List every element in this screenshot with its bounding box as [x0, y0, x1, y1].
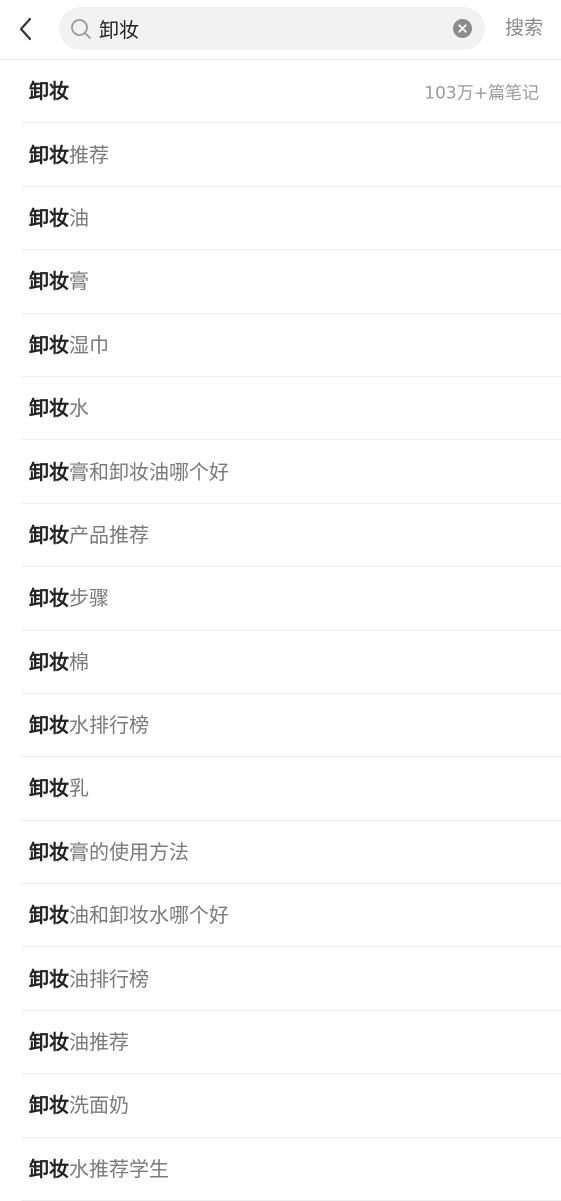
suggestion-completion: 膏的使用方法 [69, 839, 189, 864]
suggestion-text: 卸妆水推荐学生 [29, 1156, 169, 1182]
search-input[interactable] [99, 12, 439, 45]
note-count: 103万+篇笔记 [424, 83, 539, 104]
suggestion-completion: 棉 [69, 649, 89, 674]
suggestion-completion: 膏 [69, 269, 89, 294]
suggestion-completion: 水排行榜 [69, 713, 149, 738]
suggestion-keyword: 卸妆 [29, 205, 69, 230]
suggestion-keyword: 卸妆 [29, 839, 69, 864]
suggestion-text: 卸妆洗面奶 [29, 1092, 129, 1118]
suggestion-item[interactable]: 卸妆产品推荐 [21, 504, 561, 568]
suggestion-item[interactable]: 卸妆膏和卸妆油哪个好 [21, 440, 561, 504]
suggestion-completion: 水 [69, 396, 89, 421]
suggestion-completion: 步骤 [69, 586, 109, 611]
suggestion-text: 卸妆油和卸妆水哪个好 [29, 902, 229, 928]
suggestion-item[interactable]: 卸妆油 [21, 187, 561, 251]
suggestion-keyword: 卸妆 [29, 586, 69, 611]
suggestion-completion: 油推荐 [69, 1030, 129, 1055]
clear-circle-icon[interactable] [453, 19, 472, 38]
suggestion-text: 卸妆水排行榜 [29, 712, 149, 738]
suggestion-item[interactable]: 卸妆乳 [21, 757, 561, 821]
suggestion-completion: 膏和卸妆油哪个好 [69, 459, 229, 484]
suggestion-keyword: 卸妆 [29, 79, 69, 104]
chevron-left-icon [19, 17, 31, 41]
suggestion-item[interactable]: 卸妆油和卸妆水哪个好 [21, 884, 561, 948]
search-header: 搜索 [0, 0, 561, 60]
suggestion-item[interactable]: 卸妆油推荐 [21, 1011, 561, 1075]
suggestion-keyword: 卸妆 [29, 1156, 69, 1181]
suggestion-item[interactable]: 卸妆油排行榜 [21, 947, 561, 1011]
suggestion-keyword: 卸妆 [29, 142, 69, 167]
suggestion-text: 卸妆膏 [29, 268, 89, 294]
search-icon [71, 19, 91, 39]
suggestion-completion: 推荐 [69, 142, 109, 167]
suggestion-item[interactable]: 卸妆膏的使用方法 [21, 821, 561, 885]
suggestion-completion: 油排行榜 [69, 966, 149, 991]
suggestion-item[interactable]: 卸妆步骤 [21, 567, 561, 631]
suggestion-list: 卸妆 103万+篇笔记 卸妆推荐 卸妆油 卸妆膏 卸妆湿巾 卸妆水 卸妆膏和卸妆油哪个好 卸妆产… [0, 60, 561, 1201]
suggestion-text: 卸妆湿巾 [29, 332, 109, 358]
suggestion-text: 卸妆棉 [29, 649, 89, 675]
suggestion-keyword: 卸妆 [29, 903, 69, 928]
back-button[interactable] [8, 9, 42, 49]
suggestion-completion: 水推荐学生 [69, 1156, 169, 1181]
suggestion-item[interactable]: 卸妆水 [21, 377, 561, 441]
suggestion-item[interactable]: 卸妆膏 [21, 250, 561, 314]
suggestion-keyword: 卸妆 [29, 1093, 69, 1118]
suggestion-keyword: 卸妆 [29, 966, 69, 991]
suggestion-text: 卸妆膏和卸妆油哪个好 [29, 459, 229, 485]
suggestion-item[interactable]: 卸妆棉 [21, 631, 561, 694]
suggestion-text: 卸妆膏的使用方法 [29, 839, 189, 865]
suggestion-keyword: 卸妆 [29, 776, 69, 801]
suggestion-text: 卸妆油排行榜 [29, 966, 149, 992]
suggestion-keyword: 卸妆 [29, 1030, 69, 1055]
suggestion-text: 卸妆推荐 [29, 142, 109, 168]
suggestion-text: 卸妆乳 [29, 775, 89, 801]
suggestion-keyword: 卸妆 [29, 713, 69, 738]
suggestion-text: 卸妆步骤 [29, 585, 109, 611]
suggestion-completion: 湿巾 [69, 332, 109, 357]
suggestion-text: 卸妆油 [29, 205, 89, 231]
suggestion-keyword: 卸妆 [29, 396, 69, 421]
suggestion-text: 卸妆油推荐 [29, 1029, 129, 1055]
suggestion-item[interactable]: 卸妆推荐 [21, 123, 561, 187]
suggestion-item[interactable]: 卸妆洗面奶 [21, 1074, 561, 1138]
suggestion-completion: 油 [69, 205, 89, 230]
suggestion-item[interactable]: 卸妆湿巾 [21, 314, 561, 377]
suggestion-text: 卸妆水 [29, 395, 89, 421]
search-submit-button[interactable]: 搜索 [505, 15, 543, 41]
suggestion-keyword: 卸妆 [29, 459, 69, 484]
suggestion-keyword: 卸妆 [29, 332, 69, 357]
suggestion-text: 卸妆 [29, 78, 69, 104]
suggestion-completion: 乳 [69, 776, 89, 801]
suggestion-keyword: 卸妆 [29, 522, 69, 547]
suggestion-item[interactable]: 卸妆 103万+篇笔记 [21, 60, 561, 124]
suggestion-item[interactable]: 卸妆水排行榜 [21, 694, 561, 758]
suggestion-item[interactable]: 卸妆水推荐学生 [21, 1138, 561, 1201]
suggestion-completion: 产品推荐 [69, 522, 149, 547]
suggestion-text: 卸妆产品推荐 [29, 522, 149, 548]
suggestion-completion: 油和卸妆水哪个好 [69, 903, 229, 928]
suggestion-keyword: 卸妆 [29, 269, 69, 294]
search-field[interactable] [59, 7, 485, 50]
suggestion-keyword: 卸妆 [29, 649, 69, 674]
suggestion-completion: 洗面奶 [69, 1093, 129, 1118]
